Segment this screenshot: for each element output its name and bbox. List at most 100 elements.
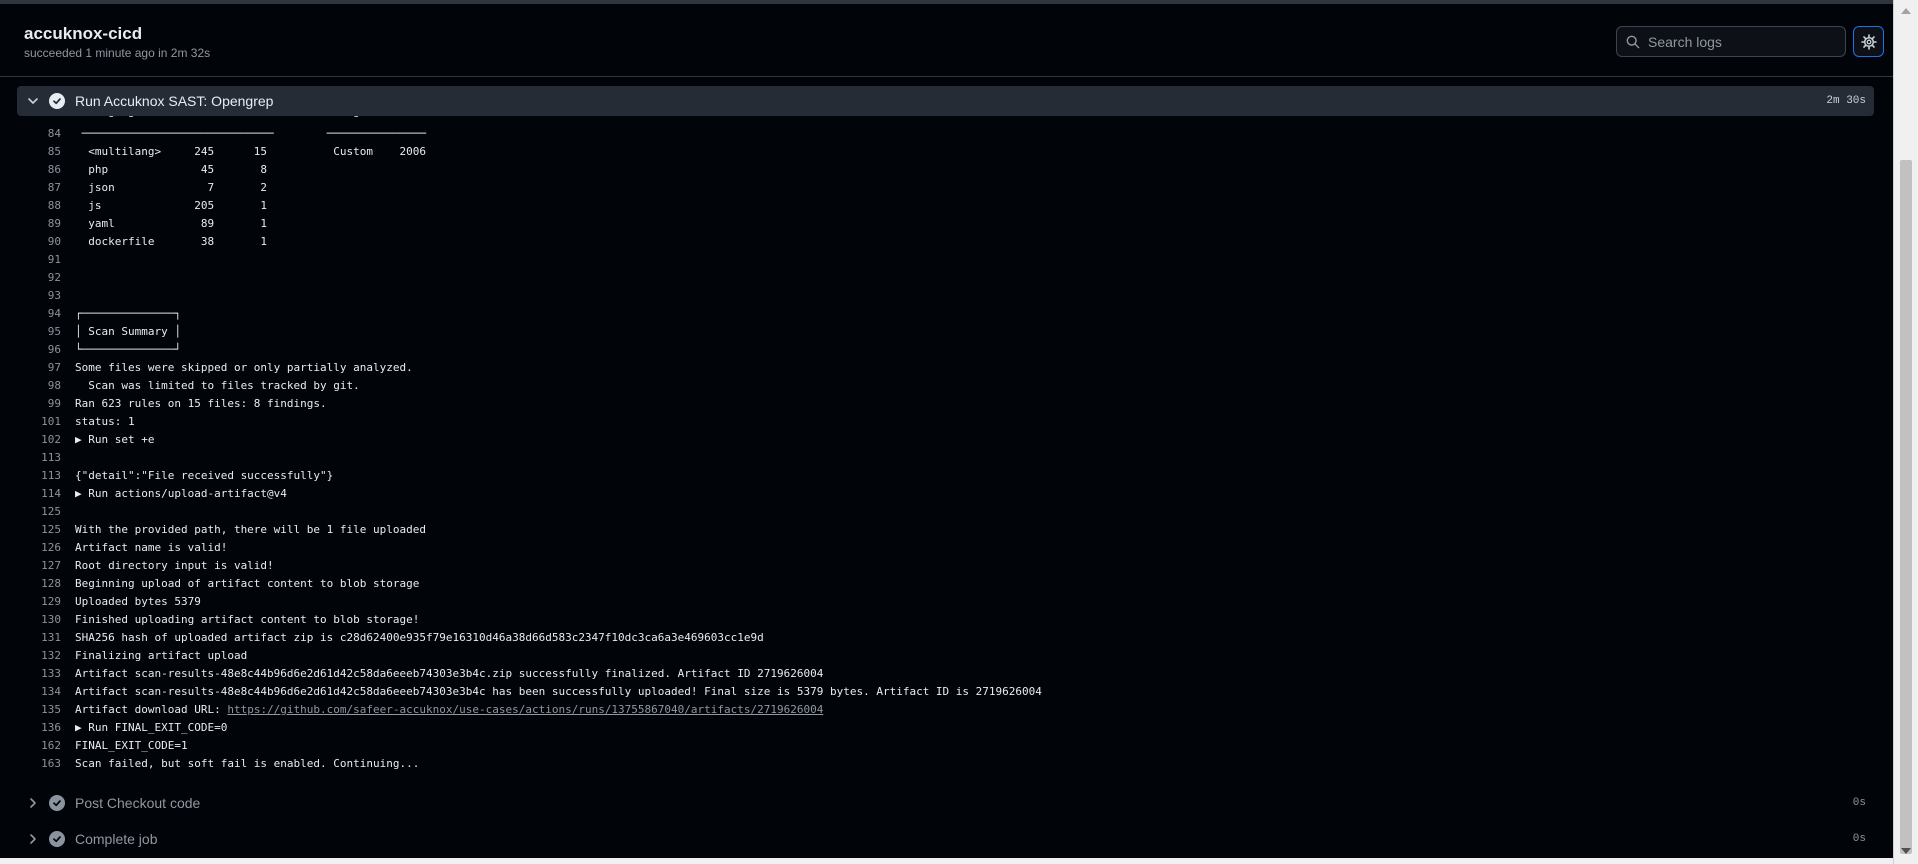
line-number[interactable]: 95 — [17, 323, 61, 341]
step-post-checkout-code[interactable]: Post Checkout code 0s — [17, 788, 1874, 818]
line-number[interactable]: 91 — [17, 251, 61, 269]
log-text-content: Ran 623 rules on 15 files: 8 findings. — [75, 397, 327, 410]
line-number[interactable]: 102 — [17, 431, 61, 449]
line-number[interactable]: 86 — [17, 161, 61, 179]
log-line: 130 Finished uploading artifact content t… — [17, 611, 1874, 629]
line-number[interactable]: 129 — [17, 593, 61, 611]
line-number[interactable]: 134 — [17, 683, 61, 701]
search-logs-box[interactable] — [1616, 26, 1846, 57]
line-number[interactable]: 125 — [17, 521, 61, 539]
line-number[interactable]: 84 — [17, 125, 61, 143]
line-number[interactable]: 87 — [17, 179, 61, 197]
log-text: php 45 8 — [75, 161, 267, 179]
log-text-content: Artifact scan-results-48e8c44b96d6e2d61d… — [75, 667, 824, 680]
job-status-subtitle: succeeded 1 minute ago in 2m 32s — [24, 46, 211, 60]
log-line: 125 — [17, 503, 1874, 521]
log-text: js 205 1 — [75, 197, 267, 215]
log-text: {"detail":"File received successfully"} — [75, 467, 333, 485]
step-duration: 2m 30s — [1826, 95, 1866, 107]
line-number[interactable]: 96 — [17, 341, 61, 359]
log-line: 134 Artifact scan-results-48e8c44b96d6e2d… — [17, 683, 1874, 701]
log-line: 136 ▶ Run FINAL_EXIT_CODE=0 — [17, 719, 1874, 737]
line-number[interactable]: 114 — [17, 485, 61, 503]
gear-icon — [1860, 33, 1877, 50]
line-number[interactable]: 113 — [17, 467, 61, 485]
log-line: 128 Beginning upload of artifact content … — [17, 575, 1874, 593]
log-text-content: ┌──────────────┐ — [75, 307, 181, 320]
log-text: └──────────────┘ — [75, 341, 181, 359]
log-text-content: Artifact download URL: — [75, 703, 228, 716]
scrollbar-thumb[interactable] — [1900, 160, 1912, 854]
line-number[interactable]: 163 — [17, 755, 61, 773]
vertical-scrollbar[interactable] — [1893, 0, 1918, 864]
log-line: 101 status: 1 — [17, 413, 1874, 431]
chevron-down-icon[interactable] — [25, 93, 41, 109]
log-line: 113 {"detail":"File received successfully… — [17, 467, 1874, 485]
line-number[interactable]: 126 — [17, 539, 61, 557]
line-number[interactable]: 125 — [17, 503, 61, 521]
line-number[interactable]: 85 — [17, 143, 61, 161]
log-text: SHA256 hash of uploaded artifact zip is … — [75, 629, 764, 647]
log-line: 92 — [17, 269, 1874, 287]
log-text-content: Some files were skipped or only partiall… — [75, 361, 413, 374]
line-number[interactable]: 162 — [17, 737, 61, 755]
scroll-down-arrow-icon[interactable] — [1901, 848, 1911, 854]
line-number[interactable]: 131 — [17, 629, 61, 647]
scroll-up-arrow-icon[interactable] — [1901, 8, 1911, 14]
log-line: 86 php 45 8 — [17, 161, 1874, 179]
log-line: 132 Finalizing artifact upload — [17, 647, 1874, 665]
log-text: ┌──────────────┐ — [75, 305, 181, 323]
line-number[interactable]: 93 — [17, 287, 61, 305]
line-number[interactable]: 130 — [17, 611, 61, 629]
line-number[interactable]: 132 — [17, 647, 61, 665]
log-line: 162 FINAL_EXIT_CODE=1 — [17, 737, 1874, 755]
line-number[interactable]: 92 — [17, 269, 61, 287]
log-text-content: └──────────────┘ — [75, 343, 181, 356]
log-text-content: Beginning upload of artifact content to … — [75, 577, 420, 590]
log-line: 163 Scan failed, but soft fail is enabled… — [17, 755, 1874, 773]
line-number[interactable]: 136 — [17, 719, 61, 737]
log-line: 133 Artifact scan-results-48e8c44b96d6e2d… — [17, 665, 1874, 683]
log-text: Artifact name is valid! — [75, 539, 227, 557]
line-number[interactable]: 94 — [17, 305, 61, 323]
log-line: 87 json 7 2 — [17, 179, 1874, 197]
line-number[interactable]: 83 — [17, 116, 61, 125]
log-text-content: {"detail":"File received successfully"} — [75, 469, 334, 482]
log-text-content: json 7 2 — [75, 181, 268, 194]
log-text: Finished uploading artifact content to b… — [75, 611, 419, 629]
chevron-right-icon[interactable] — [25, 831, 41, 847]
line-number[interactable]: 127 — [17, 557, 61, 575]
line-number[interactable]: 113 — [17, 449, 61, 467]
step-complete-job[interactable]: Complete job 0s — [17, 824, 1874, 854]
line-number[interactable]: 90 — [17, 233, 61, 251]
log-line: 102 ▶ Run set +e — [17, 431, 1874, 449]
step-run-accuknox-sast[interactable]: Run Accuknox SAST: Opengrep 2m 30s — [17, 86, 1874, 116]
step-duration: 0s — [1852, 797, 1866, 809]
search-logs-input[interactable] — [1648, 33, 1838, 50]
line-number[interactable]: 101 — [17, 413, 61, 431]
log-text: ▶ Run FINAL_EXIT_CODE=0 — [75, 719, 227, 737]
log-line: 84 ───────────────────────────── ───────… — [17, 125, 1874, 143]
log-text: Uploaded bytes 5379 — [75, 593, 201, 611]
line-number[interactable]: 133 — [17, 665, 61, 683]
log-text: Artifact download URL: https://github.co… — [75, 701, 823, 719]
check-circle-icon — [49, 795, 65, 811]
log-text: With the provided path, there will be 1 … — [75, 521, 426, 539]
line-number[interactable]: 98 — [17, 377, 61, 395]
log-line: 91 — [17, 251, 1874, 269]
chevron-right-icon[interactable] — [25, 795, 41, 811]
line-number[interactable]: 89 — [17, 215, 61, 233]
line-number[interactable]: 99 — [17, 395, 61, 413]
line-number[interactable]: 97 — [17, 359, 61, 377]
log-text-content: ▶ Run FINAL_EXIT_CODE=0 — [75, 721, 228, 734]
line-number[interactable]: 135 — [17, 701, 61, 719]
line-number[interactable]: 88 — [17, 197, 61, 215]
log-output: 83 Language Rules Files Origin Rules84 ─… — [17, 116, 1874, 776]
line-number[interactable]: 128 — [17, 575, 61, 593]
log-text: Artifact scan-results-48e8c44b96d6e2d61d… — [75, 683, 1042, 701]
log-text-content: Finalizing artifact upload — [75, 649, 248, 662]
settings-button[interactable] — [1853, 26, 1884, 57]
step-title: Complete job — [75, 831, 158, 847]
artifact-download-link[interactable]: https://github.com/safeer-accuknox/use-c… — [227, 703, 823, 716]
log-line: 97 Some files were skipped or only partia… — [17, 359, 1874, 377]
